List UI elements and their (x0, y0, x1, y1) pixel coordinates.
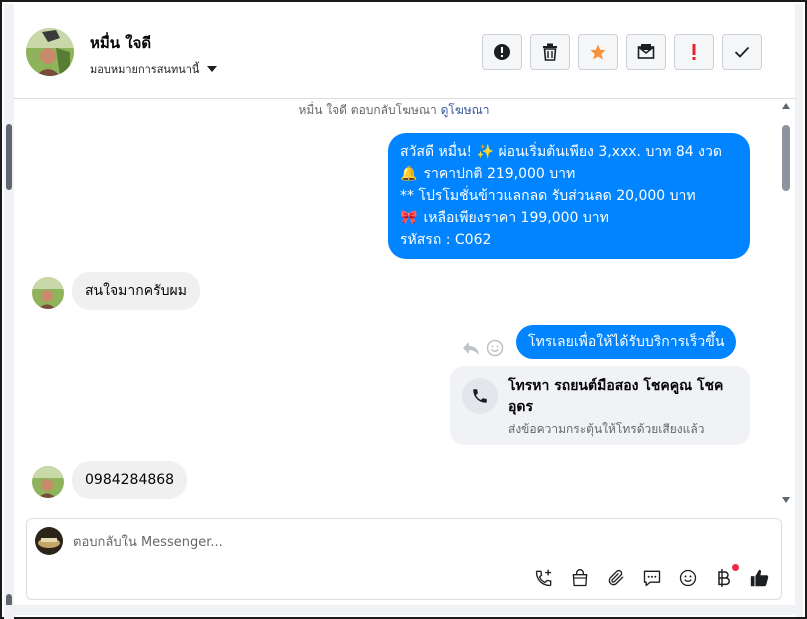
promo-line: 🎀 เหลือเพียงราคา 199,000 บาท (400, 207, 738, 229)
assign-label: มอบหมายการสนทนานี้ (90, 63, 200, 76)
alert-circle-icon (494, 44, 510, 60)
phone-icon-circle (462, 378, 498, 414)
scroll-up-arrow-icon[interactable] (782, 103, 790, 109)
reply-composer (26, 518, 782, 600)
messenger-window: หมื่น ใจดี มอบหมายการสนทนานี้ หมื่น ใจดี… (0, 0, 807, 619)
page-avatar (35, 527, 63, 555)
shopping-bag-icon (572, 569, 588, 587)
phone-icon (473, 389, 487, 403)
bell-emoji-icon: 🔔 (400, 166, 418, 182)
contact-avatar-small[interactable] (32, 277, 64, 309)
assign-conversation-dropdown[interactable]: มอบหมายการสนทนานี้ (90, 60, 218, 78)
promo-line: รหัสรถ : C062 (400, 232, 492, 248)
exclamation-icon (692, 44, 696, 60)
thread-scrollbar-thumb[interactable] (782, 125, 790, 191)
conversation-header: หมื่น ใจดี มอบหมายการสนทนานี้ (14, 4, 796, 99)
promo-line: ** โปรโมชั่นข้าวแลกลด รับส่วนลด 20,000 บ… (400, 188, 696, 204)
scroll-down-arrow-icon[interactable] (782, 497, 790, 503)
call-card-title: โทรหา รถยนต์มือสอง โชคคูณ โชค อุดร (508, 378, 724, 415)
composer-tools (533, 564, 771, 589)
contact-avatar-small[interactable] (32, 466, 64, 498)
contact-avatar[interactable] (26, 28, 74, 76)
spam-button[interactable] (482, 34, 522, 70)
saved-replies-button[interactable] (641, 567, 663, 589)
envelope-icon (637, 44, 655, 59)
reply-icon[interactable] (462, 340, 480, 356)
trash-icon (543, 43, 557, 61)
payment-button[interactable] (713, 564, 739, 589)
call-card-subtitle: ส่งข้อความกระตุ้นให้โทรด้วยเสียงแล้ว (508, 422, 705, 436)
chat-icon (643, 570, 661, 587)
mark-unread-button[interactable] (626, 34, 666, 70)
ad-reply-note: หมื่น ใจดี ตอบกลับโฆษณา ดูโฆษณา (14, 101, 774, 120)
emoji-button[interactable] (677, 567, 699, 589)
outgoing-message-call[interactable]: โทรเลยเพื่อให้ได้รับบริการเร็วขึ้น (516, 325, 737, 359)
message-hover-tools (462, 339, 504, 357)
outgoing-message-promo[interactable]: สวัสดี หมื่น! ✨ ผ่อนเริ่มต้นเพียง 3,xxx.… (388, 133, 750, 259)
mark-done-button[interactable] (722, 34, 762, 70)
delete-button[interactable] (530, 34, 570, 70)
ribbon-emoji-icon: 🎀 (400, 210, 418, 226)
baht-icon (718, 569, 730, 587)
bottom-edge (4, 605, 803, 615)
ad-reply-text: หมื่น ใจดี ตอบกลับโฆษณา (298, 103, 437, 117)
follow-up-button[interactable] (674, 34, 714, 70)
emoji-icon (679, 569, 697, 587)
header-actions (482, 34, 762, 70)
paperclip-icon (608, 569, 624, 586)
star-icon (590, 44, 606, 60)
star-button[interactable] (578, 34, 618, 70)
right-edge (795, 4, 803, 617)
shop-button[interactable] (569, 567, 591, 589)
promo-line: สวัสดี หมื่น! ✨ ผ่อนเริ่มต้นเพียง 3,xxx.… (400, 144, 722, 160)
thread-scrollbar[interactable] (779, 99, 793, 507)
contact-name[interactable]: หมื่น ใจดี (90, 31, 151, 55)
emoji-react-icon[interactable] (486, 339, 504, 357)
message-thread: หมื่น ใจดี ตอบกลับโฆษณา ดูโฆษณา สวัสดี ห… (14, 99, 784, 507)
like-button[interactable] (749, 567, 771, 589)
message-input[interactable] (73, 531, 673, 553)
left-scrollbar-thumb[interactable] (6, 124, 12, 190)
incoming-message[interactable]: สนใจมากครับผม (72, 272, 200, 310)
view-ad-link[interactable]: ดูโฆษณา (441, 103, 490, 117)
attach-button[interactable] (605, 567, 627, 589)
check-icon (734, 46, 750, 58)
incoming-message-phone[interactable]: 0984284868 (72, 461, 188, 499)
promo-line: 🔔 ราคาปกติ 219,000 บาท (400, 163, 738, 185)
notification-dot (732, 564, 739, 571)
thumbs-up-icon (750, 569, 769, 587)
phone-plus-icon (535, 569, 552, 587)
call-button[interactable] (533, 567, 555, 589)
caret-down-icon (207, 66, 218, 72)
left-scrollbar[interactable] (4, 4, 14, 619)
call-request-card[interactable]: โทรหา รถยนต์มือสอง โชคคูณ โชค อุดร ส่งข้… (450, 366, 750, 445)
